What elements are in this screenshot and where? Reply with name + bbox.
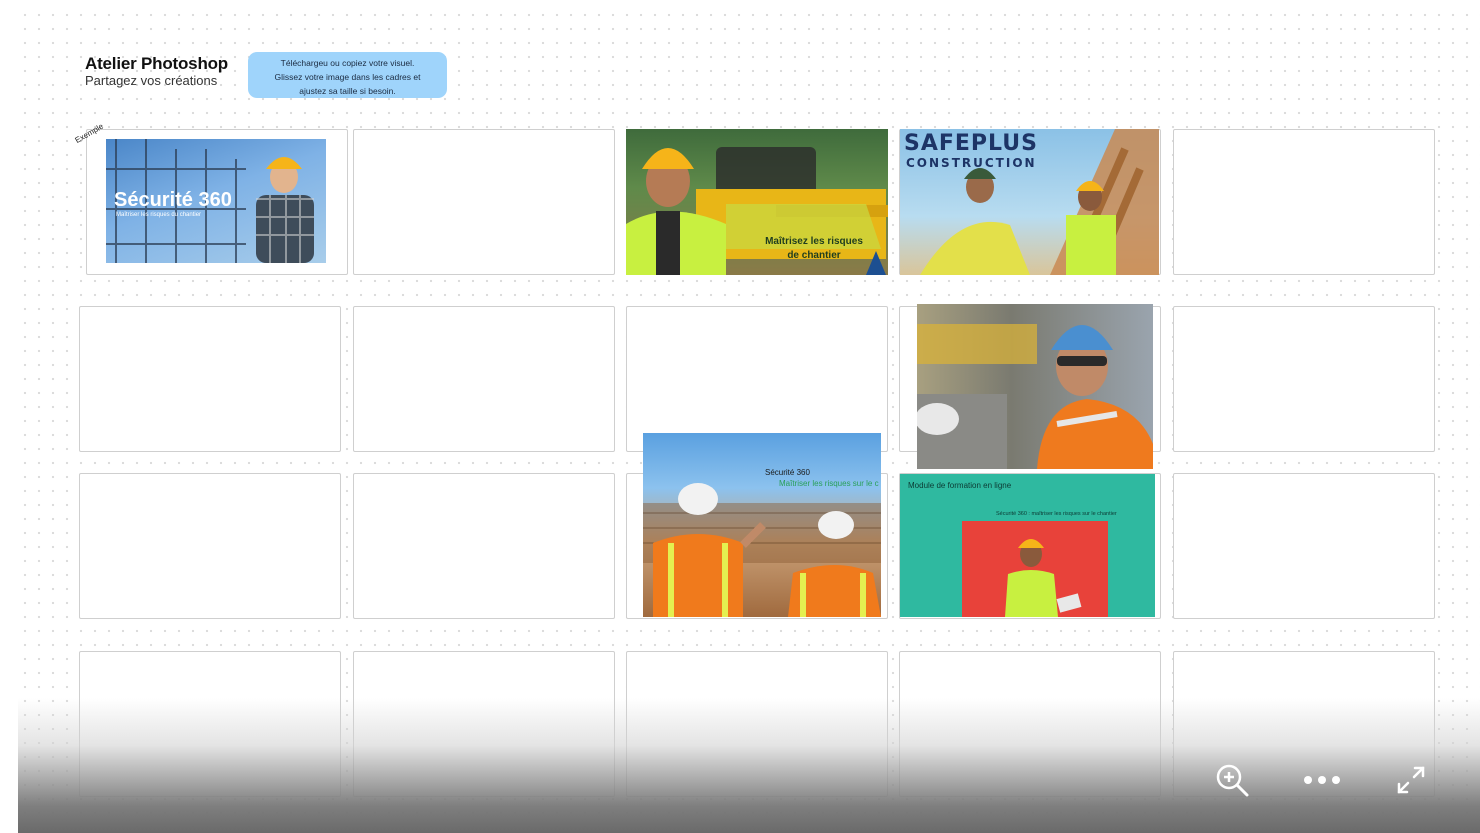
- image-module-formation[interactable]: Module de formation en ligne Sécurité 36…: [900, 474, 1155, 617]
- frame-r1-c5[interactable]: [1173, 129, 1435, 275]
- securite-title: Sécurité 360: [114, 189, 232, 211]
- engineer-graphic: [917, 324, 1153, 469]
- frame-r3-c2[interactable]: [353, 473, 615, 619]
- instruction-sticky-note[interactable]: Téléchargeu ou copiez votre visuel. Glis…: [248, 52, 447, 98]
- frame-r4-c3[interactable]: [626, 651, 888, 797]
- frame-r2-c5[interactable]: [1173, 306, 1435, 452]
- image-securite-360[interactable]: Sécurité 360 Maîtriser les risques du ch…: [106, 139, 326, 263]
- image-engineer-portrait[interactable]: [917, 304, 1153, 469]
- frame-r4-c2[interactable]: [353, 651, 615, 797]
- board-title: Atelier Photoshop: [85, 54, 228, 73]
- frame-r2-c2[interactable]: [353, 306, 615, 452]
- risques-line-1: Maîtrisez les risques: [765, 236, 863, 247]
- workers-title: Sécurité 360: [765, 468, 810, 477]
- image-maitrisez-risques[interactable]: Maîtrisez les risques de chantier: [626, 129, 888, 275]
- workers-tagline: Maîtriser les risques sur le c: [779, 479, 879, 488]
- frame-r1-c2[interactable]: [353, 129, 615, 275]
- image-workers-site[interactable]: Sécurité 360 Maîtriser les risques sur l…: [643, 433, 881, 617]
- frame-r4-c1[interactable]: [79, 651, 341, 797]
- workers-site-graphic: [643, 483, 881, 617]
- zoom-in-button[interactable]: [1210, 758, 1254, 802]
- frame-r3-c1[interactable]: [79, 473, 341, 619]
- frame-r2-c3[interactable]: [626, 306, 888, 452]
- sticky-line-1: Téléchargeu ou copiez votre visuel.: [280, 58, 415, 68]
- image-safeplus[interactable]: SAFEPLUS CONSTRUCTION: [900, 129, 1159, 275]
- expand-icon: [1397, 766, 1425, 794]
- risques-line-2: de chantier: [787, 250, 841, 261]
- frame-r2-c1[interactable]: [79, 306, 341, 452]
- risques-text: Maîtrisez les risques de chantier: [754, 235, 874, 263]
- zoom-in-icon: [1216, 764, 1249, 797]
- safeplus-sub: CONSTRUCTION: [906, 156, 1037, 170]
- more-options-button[interactable]: [1300, 758, 1344, 802]
- frame-r3-c5[interactable]: [1173, 473, 1435, 619]
- sticky-line-2: Glissez votre image dans les cadres et: [274, 72, 421, 82]
- more-dots-icon: [1304, 776, 1340, 784]
- securite-tagline: Maîtriser les risques du chantier: [116, 212, 202, 218]
- sticky-line-3: ajustez sa taille si besoin.: [299, 86, 396, 96]
- fullscreen-button[interactable]: [1389, 758, 1433, 802]
- board-subtitle: Partagez vos créations: [85, 73, 218, 88]
- safeplus-brand: SAFEPLUS: [904, 131, 1038, 156]
- frame-r4-c4[interactable]: [899, 651, 1161, 797]
- whiteboard-canvas[interactable]: Atelier Photoshop Partagez vos créations…: [18, 8, 1480, 833]
- module-worker-graphic: [1005, 539, 1082, 617]
